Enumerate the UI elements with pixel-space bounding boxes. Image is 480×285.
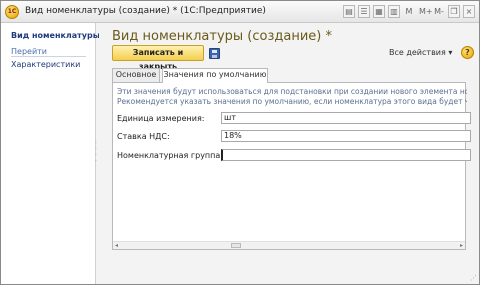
nav-goto-header: Перейти [11, 47, 47, 56]
window-title: Вид номенклатуры (создание) * (1С:Предпр… [25, 6, 266, 16]
defaults-tab-panel: Эти значения будут использоваться для по… [112, 82, 471, 250]
nav-current-item[interactable]: Вид номенклатуры [11, 31, 100, 40]
resize-grip-icon[interactable]: ⋰ [469, 274, 477, 282]
scroll-right-icon[interactable]: ▸ [460, 242, 463, 250]
app-logo-icon: 1C [5, 5, 19, 19]
close-icon[interactable]: × [463, 5, 475, 18]
app-window: 1C Вид номенклатуры (создание) * (1С:Пре… [0, 0, 480, 285]
info-line-1: Эти значения будут использоваться для по… [117, 87, 467, 96]
save-icon[interactable] [209, 48, 220, 59]
vat-label: Ставка НДС: [117, 132, 170, 141]
nav-item-characteristics[interactable]: Характеристики [11, 60, 80, 69]
title-bar: 1C Вид номенклатуры (создание) * (1С:Пре… [1, 1, 479, 23]
memory-minus-button[interactable]: M- [433, 5, 445, 18]
vat-field[interactable]: 18% [221, 130, 471, 142]
product-group-label: Номенклатурная группа: [117, 151, 223, 160]
info-line-2: Рекомендуется указать значения по умолча… [117, 97, 467, 106]
nav-divider [11, 56, 86, 57]
scroll-thumb[interactable] [231, 243, 241, 248]
info-text: Эти значения будут использоваться для по… [117, 87, 467, 107]
form-area: Вид номенклатуры (создание) * Записать и… [99, 23, 479, 284]
calc-icon[interactable]: ▦ [373, 5, 385, 18]
doc-icon[interactable]: ▤ [343, 5, 355, 18]
unit-field[interactable]: шт [221, 112, 471, 124]
form-title: Вид номенклатуры (создание) * [112, 29, 332, 44]
scroll-left-icon[interactable]: ◂ [115, 242, 118, 250]
memory-m-button[interactable]: M [403, 5, 415, 18]
all-actions-menu[interactable]: Все действия ▾ [389, 48, 452, 57]
unit-label: Единица измерения: [117, 114, 205, 123]
memory-plus-button[interactable]: M+ [418, 5, 433, 18]
save-and-close-button[interactable]: Записать и закрыть [112, 45, 204, 71]
tab-main[interactable]: Основное [112, 68, 160, 82]
tab-defaults[interactable]: Значения по умолчанию [162, 68, 268, 83]
restore-icon[interactable]: ❐ [448, 5, 460, 18]
product-group-field[interactable] [221, 149, 471, 161]
titlebar-tools: ▤ ☰ ▦ ▥ M M+ M- ❐ × [343, 5, 475, 18]
navigation-panel: Вид номенклатуры Перейти Характеристики [1, 23, 100, 284]
horizontal-scrollbar[interactable]: ◂ ▸ [113, 241, 465, 249]
calendar-icon[interactable]: ▥ [388, 5, 400, 18]
help-icon[interactable]: ? [461, 46, 474, 59]
list-icon[interactable]: ☰ [358, 5, 370, 18]
